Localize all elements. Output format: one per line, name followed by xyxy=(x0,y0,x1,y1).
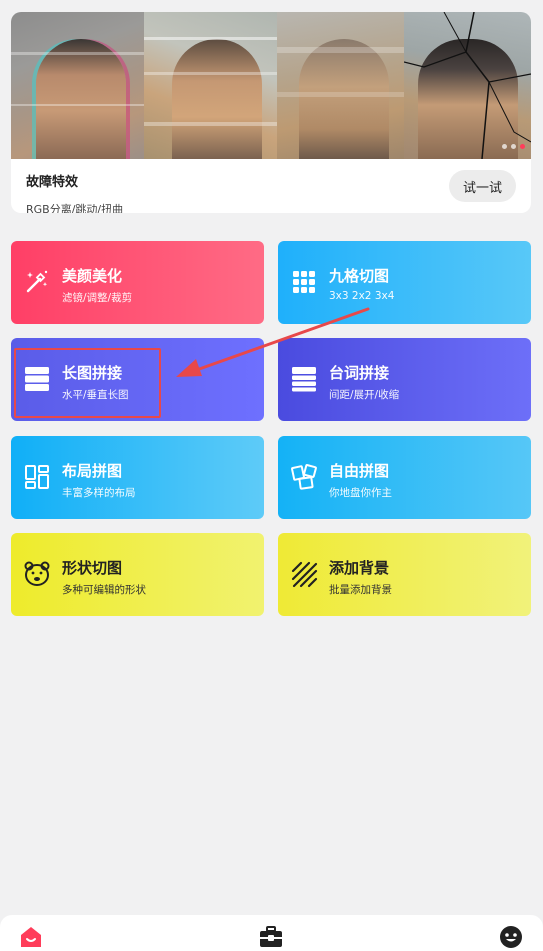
try-button[interactable]: 试一试 xyxy=(449,170,516,202)
grid-icon xyxy=(293,271,315,293)
toolbox-icon[interactable] xyxy=(258,924,284,950)
bear-icon xyxy=(24,561,50,586)
tool-card-free-collage[interactable]: 自由拼图 你地盘你作主 xyxy=(278,436,531,519)
banner-panel xyxy=(11,12,144,159)
tool-title: 九格切图 xyxy=(329,267,390,285)
bottom-nav xyxy=(0,915,543,951)
tool-subtitle: 丰富多样的布局 xyxy=(62,487,136,499)
tool-card-shape-cut[interactable]: 形状切图 多种可编辑的形状 xyxy=(11,533,264,616)
tool-title: 形状切图 xyxy=(62,559,123,577)
banner-image[interactable] xyxy=(11,12,531,159)
highlight-box xyxy=(14,348,161,418)
smiley-icon[interactable] xyxy=(498,924,524,950)
tool-subtitle: 你地盘你作主 xyxy=(329,487,392,499)
magic-wand-icon xyxy=(26,270,48,293)
tool-subtitle: 批量添加背景 xyxy=(329,584,392,596)
tool-subtitle: 3x3 2x2 3x4 xyxy=(329,290,395,302)
carousel-dots xyxy=(502,144,525,149)
photos-icon xyxy=(291,464,317,490)
tool-title: 自由拼图 xyxy=(329,462,390,480)
tool-subtitle: 多种可编辑的形状 xyxy=(62,584,146,596)
layout-icon xyxy=(25,465,49,489)
banner-title: 故障特效 xyxy=(26,175,79,190)
banner-subtitle: RGB分离/跳动/扭曲 xyxy=(26,203,124,213)
banner-panel xyxy=(144,12,277,159)
tool-card-add-background[interactable]: 添加背景 批量添加背景 xyxy=(278,533,531,616)
annotation-arrow xyxy=(176,307,370,377)
crack-lines xyxy=(404,12,531,159)
stripes-icon xyxy=(291,561,318,588)
banner-panel xyxy=(404,12,531,159)
tool-title: 美颜美化 xyxy=(62,267,123,285)
tool-subtitle: 间距/展开/收缩 xyxy=(329,389,400,401)
tool-title: 添加背景 xyxy=(329,559,390,577)
tool-card-layout[interactable]: 布局拼图 丰富多样的布局 xyxy=(11,436,264,519)
tool-subtitle: 滤镜/调整/裁剪 xyxy=(62,292,133,304)
banner-panel xyxy=(277,12,404,159)
banner-card[interactable]: 故障特效 RGB分离/跳动/扭曲 试一试 xyxy=(11,12,531,213)
home-icon[interactable] xyxy=(18,924,44,950)
tool-title: 布局拼图 xyxy=(62,462,123,480)
